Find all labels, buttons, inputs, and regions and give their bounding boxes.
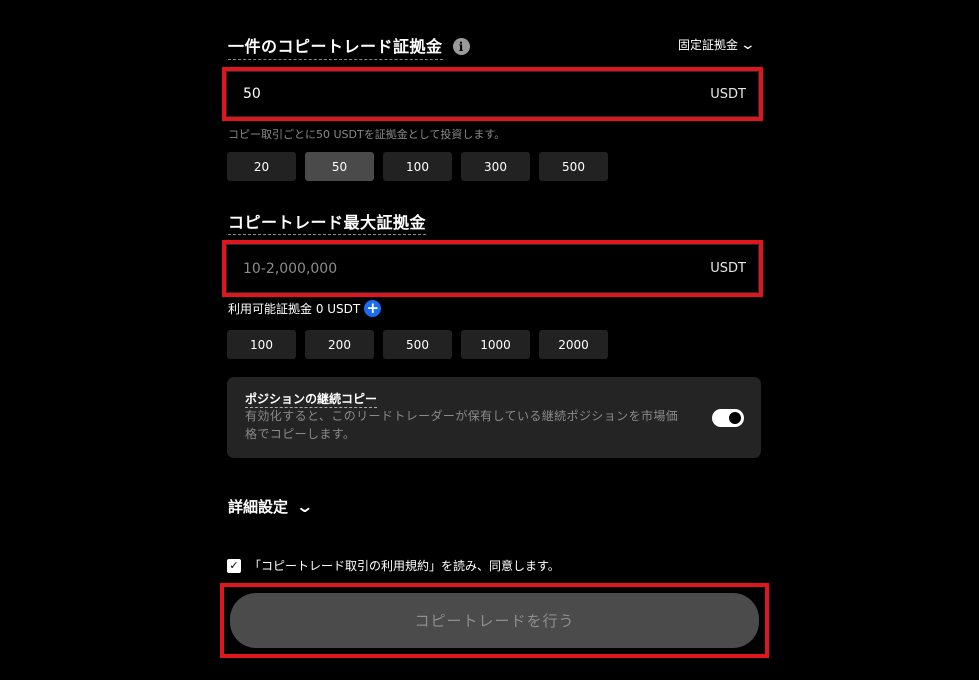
max-section-title: コピートレード最大証拠金 — [228, 213, 427, 235]
plus-icon[interactable]: + — [364, 300, 382, 317]
highlight-frame-margin: 50 USDT — [222, 67, 763, 121]
max-preset-500[interactable]: 500 — [383, 330, 452, 359]
position-copy-desc-line1: 有効化すると、このリードトレーダーが保有している継続ポジションを市場価 — [245, 409, 679, 423]
agreement-checkbox[interactable]: ✓ — [227, 558, 241, 573]
max-preset-2000[interactable]: 2000 — [539, 330, 608, 359]
position-copy-description: 有効化すると、このリードトレーダーが保有している継続ポジションを市場価 格でコピ… — [245, 407, 710, 443]
margin-mode-label: 固定証拠金 — [678, 38, 739, 52]
margin-preset-20[interactable]: 20 — [227, 152, 296, 181]
toggle-knob — [729, 412, 741, 424]
margin-presets: 20 50 100 300 500 — [227, 152, 608, 181]
max-preset-200[interactable]: 200 — [305, 330, 374, 359]
position-copy-card: ポジションの継続コピー 有効化すると、このリードトレーダーが保有している継続ポジ… — [227, 377, 761, 458]
info-icon[interactable]: i — [452, 38, 470, 55]
max-presets: 100 200 500 1000 2000 — [227, 330, 608, 359]
margin-input-value: 50 — [243, 86, 261, 102]
margin-hint: コピー取引ごとに50 USDTを証拠金として投資します。 — [228, 128, 506, 141]
advanced-settings-label: 詳細設定 — [228, 498, 289, 516]
position-copy-toggle[interactable] — [712, 409, 744, 427]
max-margin-input[interactable]: 10-2,000,000 USDT — [226, 244, 759, 293]
margin-preset-500[interactable]: 500 — [539, 152, 608, 181]
highlight-frame-submit: コピートレードを行う — [220, 583, 769, 658]
max-margin-unit: USDT — [710, 261, 746, 276]
max-title-row: コピートレード最大証拠金 — [228, 209, 427, 235]
margin-unit: USDT — [710, 86, 746, 102]
max-preset-100[interactable]: 100 — [227, 330, 296, 359]
available-margin-text: 利用可能証拠金 0 USDT — [228, 302, 361, 316]
max-margin-placeholder: 10-2,000,000 — [243, 260, 338, 277]
position-copy-desc-line2: 格でコピーします。 — [245, 427, 356, 441]
margin-section-title: 一件のコピートレード証拠金 — [228, 33, 443, 60]
margin-title-row: 一件のコピートレード証拠金 i — [228, 33, 470, 60]
chevron-down-icon: ⌄ — [739, 36, 757, 53]
margin-preset-50[interactable]: 50 — [305, 152, 374, 181]
available-margin-row: 利用可能証拠金 0 USDT + — [228, 300, 382, 317]
agreement-row: ✓ 「コピートレード取引の利用規約」を読み、同意します。 — [227, 557, 560, 574]
highlight-frame-max: 10-2,000,000 USDT — [222, 240, 763, 297]
margin-preset-100[interactable]: 100 — [383, 152, 452, 181]
chevron-down-icon: ⌄ — [295, 497, 315, 516]
margin-input[interactable]: 50 USDT — [226, 71, 759, 117]
position-copy-title: ポジションの継続コピー — [245, 392, 378, 408]
advanced-settings-toggle[interactable]: 詳細設定 ⌄ — [228, 496, 315, 517]
submit-copy-trade-button[interactable]: コピートレードを行う — [230, 593, 759, 648]
margin-preset-300[interactable]: 300 — [461, 152, 530, 181]
margin-mode-select[interactable]: 固定証拠金 ⌄ — [678, 36, 757, 53]
max-preset-1000[interactable]: 1000 — [461, 330, 530, 359]
agreement-text[interactable]: 「コピートレード取引の利用規約」を読み、同意します。 — [249, 557, 560, 574]
